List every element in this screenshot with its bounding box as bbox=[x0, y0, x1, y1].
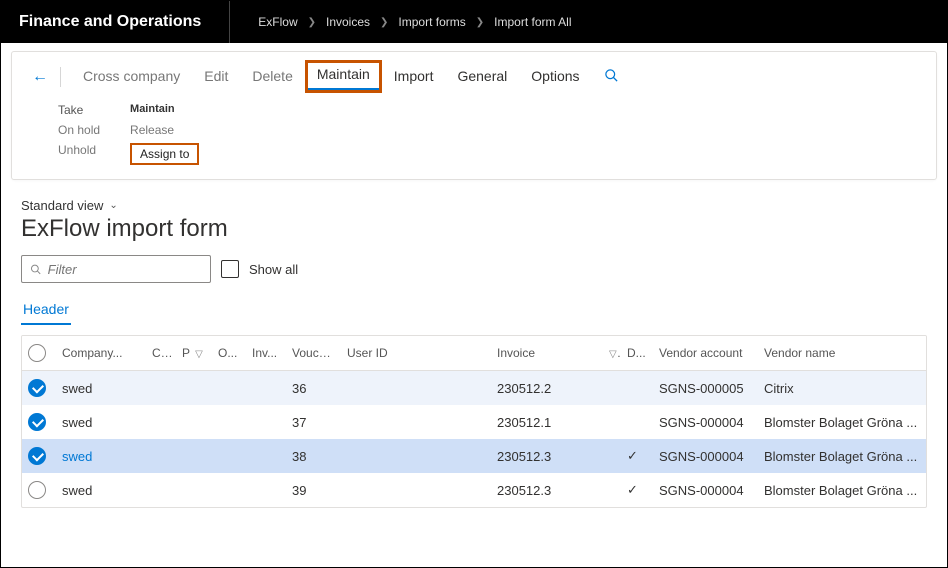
tab-general[interactable]: General bbox=[447, 64, 517, 90]
cell-company[interactable]: swed bbox=[56, 371, 146, 406]
crumb-3[interactable]: Import form All bbox=[494, 15, 571, 29]
maintain-subpane: Take On hold Unhold Maintain Release Ass… bbox=[12, 103, 936, 165]
tab-maintain[interactable]: Maintain bbox=[307, 62, 380, 91]
col-company[interactable]: Company... bbox=[56, 336, 146, 371]
search-icon bbox=[30, 263, 42, 276]
tab-options[interactable]: Options bbox=[521, 64, 589, 90]
chevron-right-icon: ❯ bbox=[476, 17, 484, 28]
chevron-right-icon: ❯ bbox=[308, 17, 316, 28]
col-vendor-name[interactable]: Vendor name bbox=[758, 336, 926, 371]
cell-vendor-name: Citrix bbox=[758, 371, 926, 406]
crumb-2[interactable]: Import forms bbox=[398, 15, 465, 29]
table-row[interactable]: swed 39 230512.3 ✓SGNS-000004Blomster Bolag… bbox=[22, 473, 926, 507]
row-select[interactable] bbox=[22, 371, 56, 406]
row-select[interactable] bbox=[22, 405, 56, 439]
filter-input[interactable] bbox=[48, 262, 202, 277]
cell-voucher: 37 bbox=[286, 405, 341, 439]
cell-company[interactable]: swed bbox=[56, 405, 146, 439]
table-row[interactable]: swed 36 230512.2 SGNS-000005Citrix bbox=[22, 371, 926, 406]
cell-d bbox=[621, 371, 653, 406]
show-all-label: Show all bbox=[249, 262, 298, 277]
table-row[interactable]: swed 38 230512.3 ✓SGNS-000004Blomster Bolag… bbox=[22, 439, 926, 473]
cell-vendor-account: SGNS-000004 bbox=[653, 473, 758, 507]
col-voucher[interactable]: Voucher bbox=[286, 336, 341, 371]
cell-vendor-name: Blomster Bolaget Gröna ... bbox=[758, 405, 926, 439]
crumb-1[interactable]: Invoices bbox=[326, 15, 370, 29]
chevron-right-icon: ❯ bbox=[380, 17, 388, 28]
cell-vendor-account: SGNS-000005 bbox=[653, 371, 758, 406]
page-title: ExFlow import form bbox=[21, 215, 927, 243]
cell-invoice: 230512.3 bbox=[491, 439, 601, 473]
view-selector[interactable]: Standard view ⌄ bbox=[21, 198, 927, 213]
cell-d bbox=[621, 405, 653, 439]
col-vendor-account[interactable]: Vendor account bbox=[653, 336, 758, 371]
cell-company[interactable]: swed bbox=[56, 439, 146, 473]
show-all-checkbox[interactable] bbox=[221, 260, 239, 278]
filter-icon: ▽ bbox=[195, 349, 203, 360]
cell-voucher: 39 bbox=[286, 473, 341, 507]
table-row[interactable]: swed 37 230512.1 SGNS-000004Blomster Bolage… bbox=[22, 405, 926, 439]
tab-delete[interactable]: Delete bbox=[242, 64, 302, 90]
chevron-down-icon: ⌄ bbox=[109, 200, 117, 211]
cell-invoice: 230512.2 bbox=[491, 371, 601, 406]
col-invoice-filter[interactable]: ▽ bbox=[601, 336, 621, 371]
tab-cross-company[interactable]: Cross company bbox=[73, 64, 190, 90]
row-select[interactable] bbox=[22, 473, 56, 507]
col-d[interactable]: D... bbox=[621, 336, 653, 371]
filter-input-wrap[interactable] bbox=[21, 255, 211, 283]
action-pane: ← Cross company Edit Delete Maintain Imp… bbox=[11, 51, 937, 180]
unhold-link[interactable]: Unhold bbox=[58, 143, 100, 157]
col-o[interactable]: O... bbox=[212, 336, 246, 371]
cell-d: ✓ bbox=[621, 473, 653, 507]
filter-icon: ▽ bbox=[609, 349, 617, 360]
col-user-id[interactable]: User ID bbox=[341, 336, 491, 371]
cell-vendor-account: SGNS-000004 bbox=[653, 439, 758, 473]
cell-voucher: 38 bbox=[286, 439, 341, 473]
assign-to-link[interactable]: Assign to bbox=[130, 143, 199, 165]
cell-vendor-name: Blomster Bolaget Gröna ... bbox=[758, 439, 926, 473]
search-icon[interactable] bbox=[604, 68, 619, 86]
app-title: Finance and Operations bbox=[19, 1, 230, 43]
col-c[interactable]: C... bbox=[146, 336, 176, 371]
col-select[interactable] bbox=[22, 336, 56, 371]
cell-voucher: 36 bbox=[286, 371, 341, 406]
back-arrow-icon[interactable]: ← bbox=[32, 68, 48, 86]
release-link[interactable]: Release bbox=[130, 123, 199, 137]
row-select[interactable] bbox=[22, 439, 56, 473]
col-p[interactable]: P ▽ bbox=[176, 336, 212, 371]
cell-vendor-name: Blomster Bolaget Gröna ... bbox=[758, 473, 926, 507]
cell-invoice: 230512.3 bbox=[491, 473, 601, 507]
crumb-0[interactable]: ExFlow bbox=[258, 15, 297, 29]
maintain-heading: Maintain bbox=[130, 103, 199, 115]
maintain-col1-label: Take bbox=[58, 103, 100, 117]
divider bbox=[60, 67, 61, 87]
cell-invoice: 230512.1 bbox=[491, 405, 601, 439]
on-hold-link[interactable]: On hold bbox=[58, 123, 100, 137]
tab-import[interactable]: Import bbox=[384, 64, 444, 90]
view-label-text: Standard view bbox=[21, 198, 103, 213]
cell-vendor-account: SGNS-000004 bbox=[653, 405, 758, 439]
col-inv[interactable]: Inv... bbox=[246, 336, 286, 371]
cell-company[interactable]: swed bbox=[56, 473, 146, 507]
cell-d: ✓ bbox=[621, 439, 653, 473]
breadcrumb: ExFlow ❯ Invoices ❯ Import forms ❯ Impor… bbox=[230, 15, 571, 29]
data-grid: Company... C... P ▽ O... Inv... Voucher … bbox=[21, 335, 927, 508]
col-invoice[interactable]: Invoice bbox=[491, 336, 601, 371]
tab-header[interactable]: Header bbox=[21, 297, 71, 325]
tab-edit[interactable]: Edit bbox=[194, 64, 238, 90]
